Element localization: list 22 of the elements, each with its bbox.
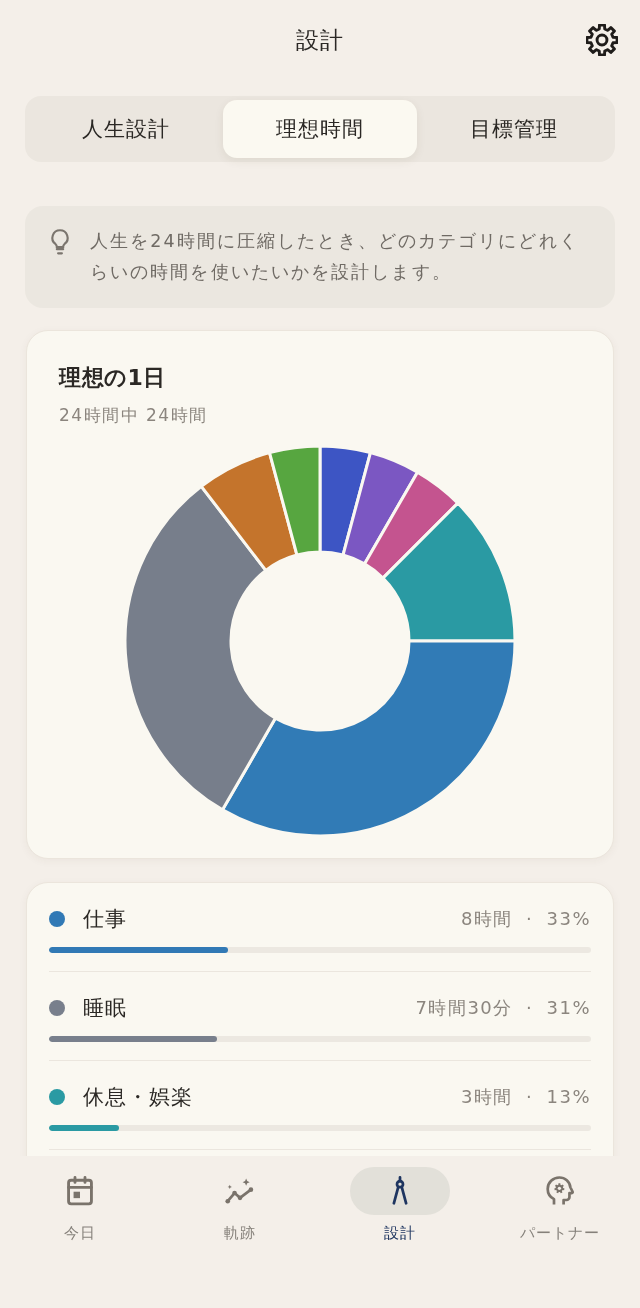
card-subtitle: 24時間中 24時間: [59, 404, 209, 427]
category-reading: 7時間30分 · 31%: [415, 996, 591, 1020]
segment-tab[interactable]: 人生設計: [29, 100, 223, 158]
settings-icon[interactable]: [586, 24, 618, 56]
segment-tab[interactable]: 目標管理: [417, 100, 611, 158]
sparkle-chart-icon: [225, 1176, 255, 1206]
calendar-icon: [65, 1176, 95, 1206]
info-text: 人生を24時間に圧縮したとき、どのカテゴリにどれくらいの時間を使いたいかを設計します。: [90, 230, 580, 284]
nav-tab[interactable]: 軌跡: [160, 1156, 320, 1243]
lightbulb-icon: [49, 229, 71, 255]
category-name: 休息・娯楽: [83, 1084, 193, 1111]
segment-tab[interactable]: 理想時間: [223, 100, 417, 158]
category-name: 仕事: [83, 906, 127, 933]
nav-tab[interactable]: パートナー: [480, 1156, 640, 1243]
category-reading: 3時間 · 13%: [460, 1085, 591, 1109]
head-gear-icon: [545, 1176, 575, 1206]
card-title: 理想の1日: [59, 364, 167, 392]
category-name: 睡眠: [83, 995, 127, 1022]
nav-tab[interactable]: 今日: [0, 1156, 160, 1243]
page-title: 設計: [296, 25, 344, 55]
nav-tab[interactable]: 設計: [320, 1156, 480, 1243]
category-reading: 8時間 · 33%: [460, 907, 591, 931]
